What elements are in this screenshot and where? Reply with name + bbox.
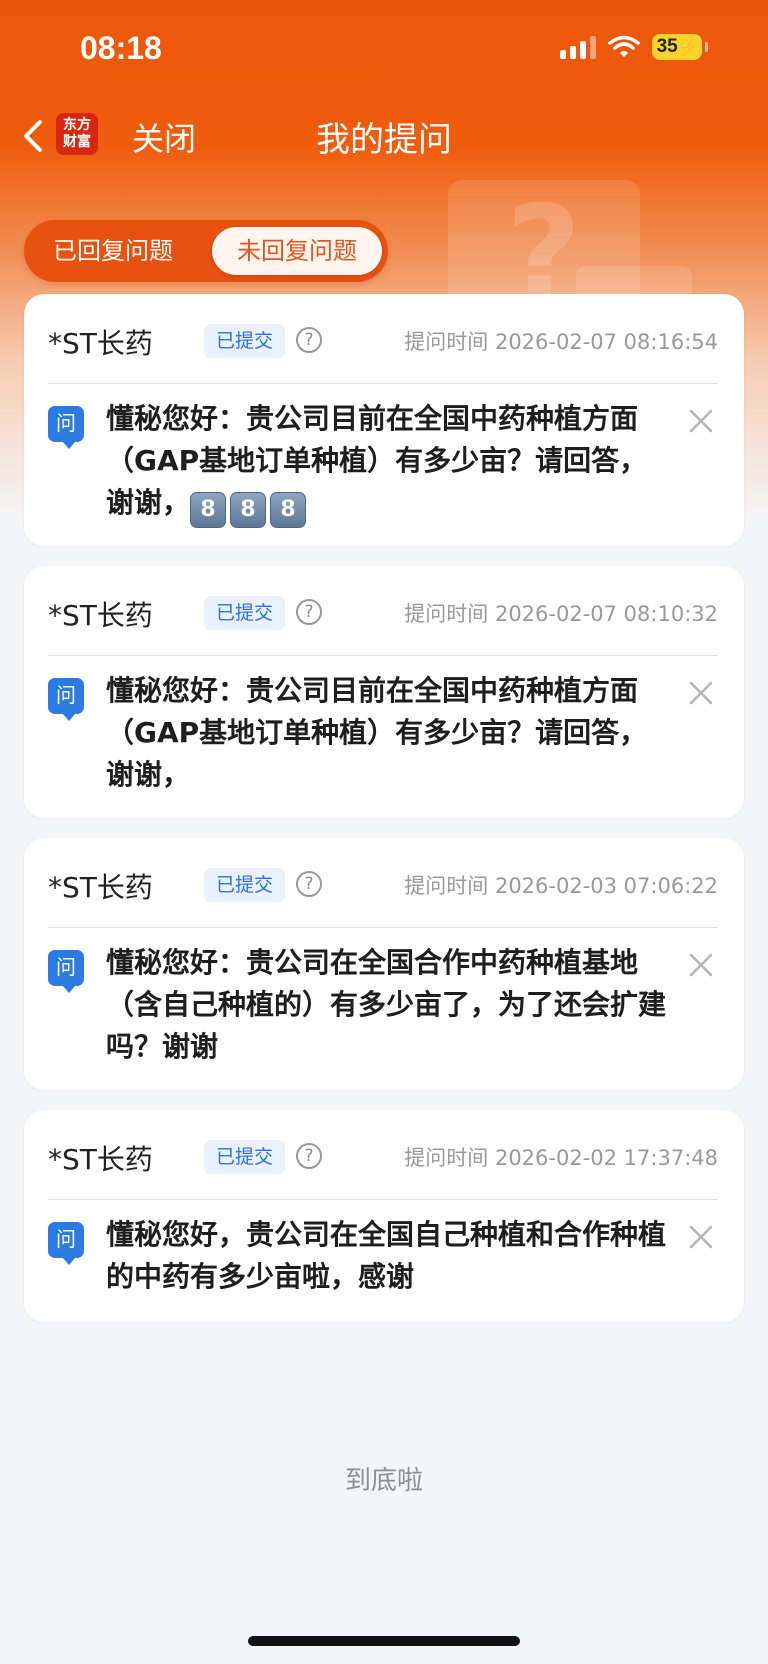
page-title: 我的提问 [316,120,452,160]
close-icon[interactable] [688,408,714,434]
divider [48,655,718,656]
tab-bar: 已回复问题 未回复问题 [24,220,388,282]
question-circle-icon[interactable]: ? [296,871,322,897]
divider [48,383,718,384]
question-circle-icon[interactable]: ? [296,1143,322,1169]
tab-answered[interactable]: 已回复问题 [24,220,202,282]
status-badge: 已提交 [204,324,286,358]
home-indicator[interactable] [248,1636,520,1646]
keycap-emoji: 8 [190,492,227,528]
question-time: 提问时间 2026-02-02 17:37:48 [404,1146,718,1170]
divider [48,1199,718,1200]
question-time: 提问时间 2026-02-07 08:10:32 [404,602,718,626]
close-icon[interactable] [688,952,714,978]
question-badge-icon: 问 [48,950,84,993]
end-of-list-text: 到底啦 [344,1466,423,1496]
card-header: *ST长药 已提交 ? 提问时间 2026-02-07 08:10:32 [48,566,718,656]
question-badge-icon: 问 [48,406,84,449]
question-circle-icon[interactable]: ? [296,599,322,625]
question-text: 懂秘您好：贵公司在全国合作中药种植基地（含自己种植的）有多少亩了，为了还会扩建吗… [106,946,667,1063]
question-text: 懂秘您好：贵公司目前在全国中药种植方面（GAP基地订单种植）有多少亩？请回答，谢… [106,398,666,528]
company-name[interactable]: *ST长药 [48,1138,153,1178]
question-text: 懂秘您好：贵公司目前在全国中药种植方面（GAP基地订单种植）有多少亩？请回答，谢… [106,674,648,791]
question-badge-icon: 问 [48,1222,84,1265]
close-icon[interactable] [688,1224,714,1250]
card-header: *ST长药 已提交 ? 提问时间 2026-02-07 08:16:54 [48,294,718,384]
question-badge-icon: 问 [48,678,84,721]
battery-icon: 35 ⚡ [652,34,708,60]
question-card: *ST长药 已提交 ? 提问时间 2026-02-03 07:06:22 问 懂… [24,838,744,1090]
status-badge: 已提交 [204,596,286,630]
status-indicators: 35 ⚡ [560,34,708,60]
question-time: 提问时间 2026-02-07 08:16:54 [404,330,718,354]
wifi-icon [608,35,640,57]
keycap-emoji: 8 [230,492,267,528]
close-icon[interactable] [688,680,714,706]
company-name[interactable]: *ST长药 [48,866,153,906]
tab-unanswered[interactable]: 未回复问题 [212,227,382,275]
company-name[interactable]: *ST长药 [48,594,153,634]
card-header: *ST长药 已提交 ? 提问时间 2026-02-02 17:37:48 [48,1110,718,1200]
keycap-emoji: 8 [270,492,307,528]
status-time: 08:18 [80,30,162,66]
question-text: 懂秘您好，贵公司在全国自己种植和合作种植的中药有多少亩啦，感谢 [106,1218,667,1293]
status-badge: 已提交 [204,1140,286,1174]
divider [48,927,718,928]
question-card: *ST长药 已提交 ? 提问时间 2026-02-07 08:16:54 问 懂… [24,294,744,546]
question-card: *ST长药 已提交 ? 提问时间 2026-02-02 17:37:48 问 懂… [24,1110,744,1322]
company-name[interactable]: *ST长药 [48,322,153,362]
question-time: 提问时间 2026-02-03 07:06:22 [404,874,718,898]
signal-icon [560,35,596,59]
question-circle-icon[interactable]: ? [296,327,322,353]
status-badge: 已提交 [204,868,286,902]
card-header: *ST长药 已提交 ? 提问时间 2026-02-03 07:06:22 [48,838,718,928]
question-card: *ST长药 已提交 ? 提问时间 2026-02-07 08:10:32 问 懂… [24,566,744,818]
